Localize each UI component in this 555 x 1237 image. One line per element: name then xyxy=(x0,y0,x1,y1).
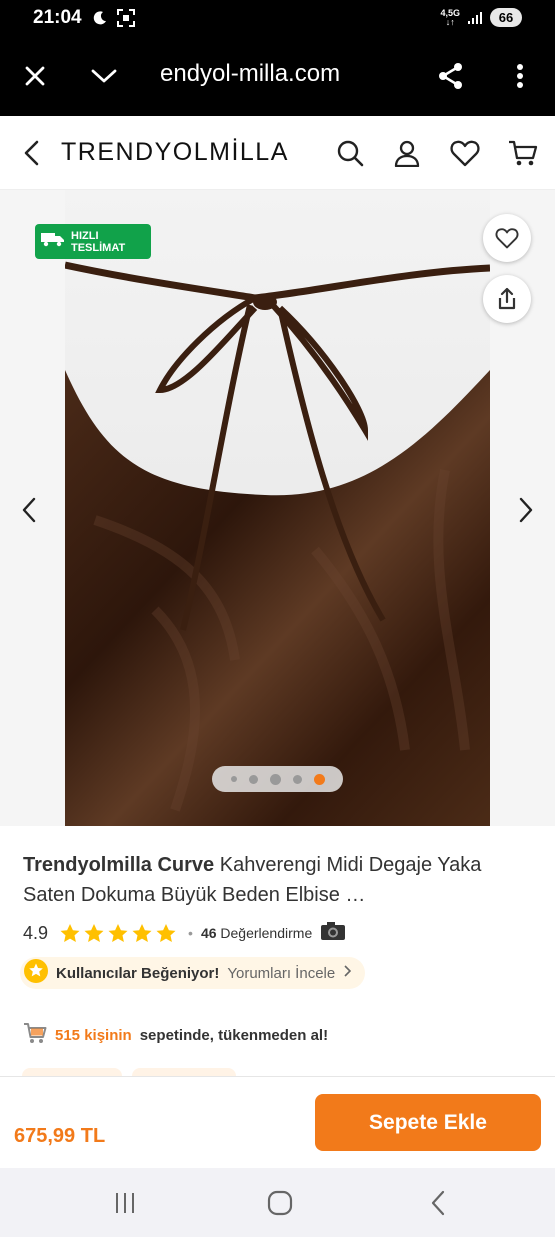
heart-icon[interactable] xyxy=(449,137,481,169)
review-count[interactable]: 46 Değerlendirme xyxy=(201,925,312,941)
share-icon[interactable] xyxy=(433,58,469,94)
product-image[interactable] xyxy=(65,190,490,826)
add-to-cart-button[interactable]: Sepete Ekle xyxy=(315,1094,541,1151)
chevron-left-icon xyxy=(22,497,36,523)
star-badge-icon xyxy=(24,958,48,988)
shopping-cart-icon xyxy=(23,1022,47,1048)
star-icon xyxy=(60,923,80,942)
cart-count-text: 515 kişinin xyxy=(55,1026,132,1044)
star-icon xyxy=(132,923,152,942)
next-image-arrow[interactable] xyxy=(515,495,537,530)
chevron-right-icon xyxy=(343,964,352,982)
share-button[interactable] xyxy=(483,275,531,323)
separator-dot: • xyxy=(188,925,193,941)
more-vert-icon[interactable] xyxy=(502,58,538,94)
reviews-link[interactable]: Yorumları İncele xyxy=(227,965,335,982)
moon-icon xyxy=(92,10,108,31)
product-brand[interactable]: Trendyolmilla Curve xyxy=(23,854,214,876)
chevron-right-icon xyxy=(519,497,533,523)
bottom-bar: 675,99 TL Sepete Ekle xyxy=(0,1076,555,1168)
url-text[interactable]: endyol-milla.com xyxy=(160,60,340,88)
app-header: TRENDYOLMİLLA xyxy=(0,116,555,190)
badge-line2: TESLİMAT xyxy=(71,241,126,254)
cart-suffix-text: sepetinde, tükenmeden al! xyxy=(139,1026,329,1044)
users-like-pill[interactable]: Kullanıcılar Beğeniyor! Yorumları İncele xyxy=(20,957,366,989)
users-like-label: Kullanıcılar Beğeniyor! xyxy=(56,964,220,982)
product-price: 675,99 TL xyxy=(14,1125,106,1147)
recents-icon[interactable] xyxy=(110,1188,140,1218)
heart-icon xyxy=(495,228,519,249)
cart-icon[interactable] xyxy=(507,137,539,169)
close-icon[interactable] xyxy=(17,58,53,94)
prev-image-arrow[interactable] xyxy=(18,495,40,530)
star-icon xyxy=(108,923,128,942)
pagination-dot-active[interactable] xyxy=(313,773,325,785)
fast-delivery-badge: HIZLI TESLİMAT xyxy=(35,224,151,259)
badge-line1: HIZLI xyxy=(71,229,99,242)
upload-share-icon xyxy=(498,287,516,310)
screenshot-icon xyxy=(117,9,135,32)
system-nav-bar xyxy=(0,1168,555,1237)
back-icon[interactable] xyxy=(18,138,46,173)
chevron-down-icon[interactable] xyxy=(86,58,122,94)
home-icon[interactable] xyxy=(265,1188,295,1218)
back-nav-icon[interactable] xyxy=(423,1188,453,1218)
star-icon xyxy=(156,923,176,942)
cart-count-info: 515 kişinin sepetinde, tükenmeden al! xyxy=(23,1022,328,1048)
image-pagination[interactable] xyxy=(212,766,343,792)
pagination-dot[interactable] xyxy=(292,774,302,784)
user-icon[interactable] xyxy=(391,137,423,169)
browser-bar: endyol-milla.com xyxy=(0,36,555,116)
truck-icon xyxy=(41,231,65,252)
rating-row[interactable]: 4.9 • 46 Değerlendirme xyxy=(23,920,346,946)
camera-icon xyxy=(320,921,346,946)
status-time: 21:04 xyxy=(33,7,82,28)
battery-icon: 66 xyxy=(490,8,522,27)
rating-value: 4.9 xyxy=(23,922,49,943)
status-bar: 21:04 4,5G ↓↑ 66 xyxy=(0,0,555,36)
favorite-button[interactable] xyxy=(483,214,531,262)
brand-logo[interactable]: TRENDYOLMİLLA xyxy=(61,138,289,167)
pagination-dot[interactable] xyxy=(230,776,237,782)
signal-icon xyxy=(468,11,482,24)
product-gallery[interactable]: HIZLI TESLİMAT xyxy=(0,190,555,826)
pagination-dot[interactable] xyxy=(248,774,258,784)
star-icon xyxy=(84,923,104,942)
rating-stars xyxy=(60,923,176,943)
network-type: 4,5G ↓↑ xyxy=(440,7,460,27)
search-icon[interactable] xyxy=(334,137,366,169)
product-title: Trendyolmilla Curve Kahverengi Midi Dega… xyxy=(23,850,533,910)
pagination-dot[interactable] xyxy=(269,773,281,785)
